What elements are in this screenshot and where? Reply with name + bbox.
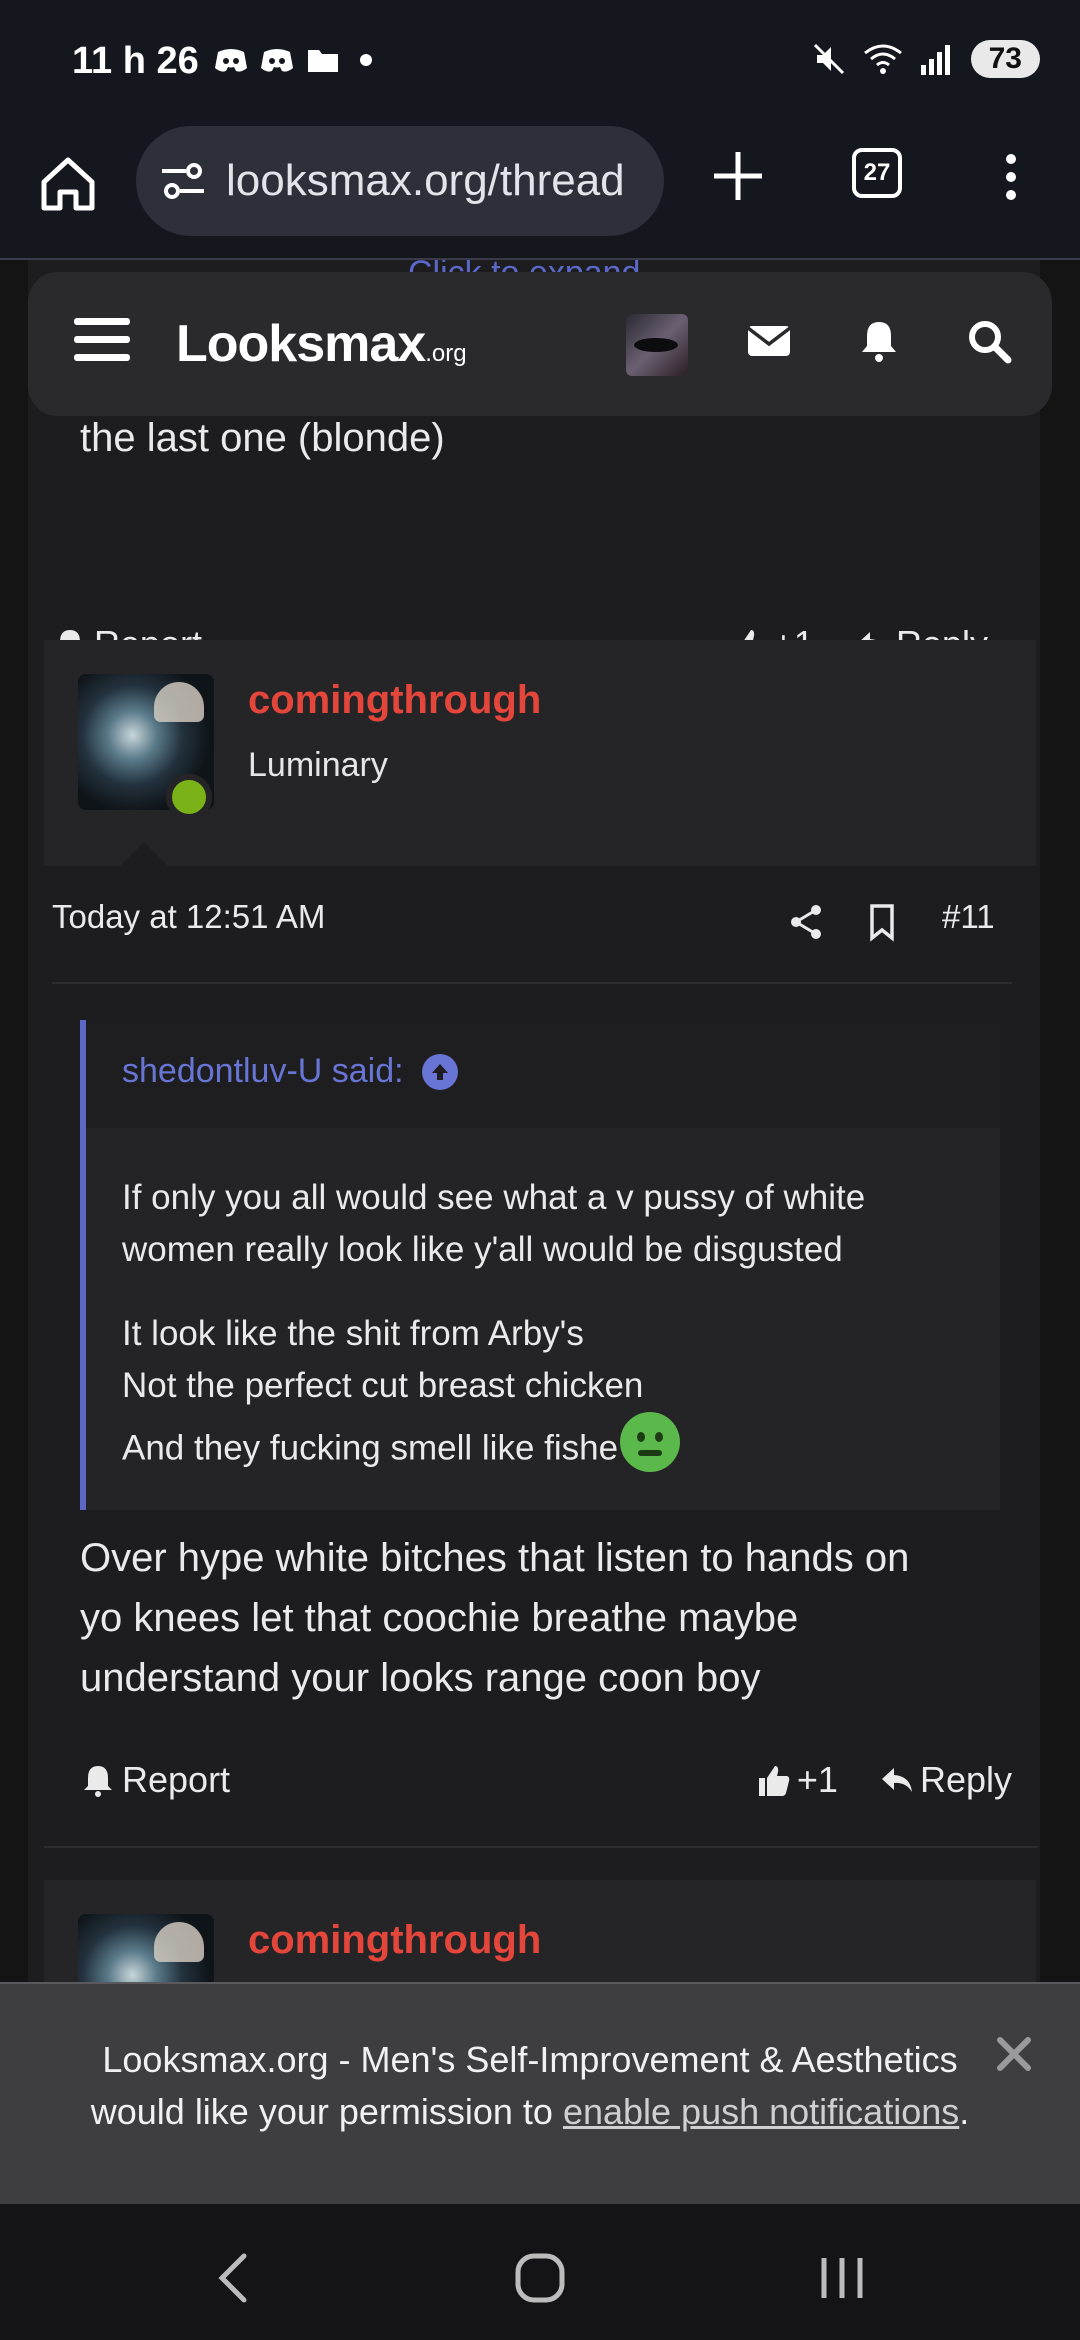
new-tab-icon[interactable] xyxy=(708,146,768,206)
search-icon[interactable] xyxy=(964,316,1014,366)
post-body-line: yo knees let that coochie breathe maybe xyxy=(80,1596,799,1640)
post-divider xyxy=(44,1846,1038,1848)
status-left-icons xyxy=(214,46,372,74)
report-label: Report xyxy=(122,1759,231,1800)
user-block-pointer xyxy=(120,842,168,866)
user-title: Luminary xyxy=(248,746,388,784)
meta-divider xyxy=(52,982,1012,984)
wifi-icon xyxy=(863,44,902,74)
discord-icon xyxy=(215,49,247,72)
browser-toolbar: looksmax.org/thread 27 xyxy=(0,126,1080,260)
system-nav-bar xyxy=(0,2204,1080,2340)
reaction-count: +1 xyxy=(796,1759,838,1800)
logo-text: Looksmax xyxy=(176,315,426,373)
username[interactable]: comingthrough xyxy=(248,678,541,723)
bell-icon xyxy=(84,1766,112,1797)
post-body: Over hype white bitches that listen to h… xyxy=(80,1528,909,1708)
quote-line: It look like the shit from Arby's xyxy=(122,1314,584,1353)
bookmark-icon[interactable] xyxy=(862,902,902,942)
quote-line: women really look like y'all would be di… xyxy=(122,1230,843,1269)
enable-push-notifications-link[interactable]: enable push notifications xyxy=(563,2091,959,2132)
post-actions: Report +1 Reply xyxy=(80,1750,1012,1810)
reply-icon xyxy=(881,1768,912,1792)
quote-line-text: And they fucking smell like fishe xyxy=(122,1428,619,1468)
share-icon[interactable] xyxy=(786,902,826,942)
post-user-block: comingthrough Luminary xyxy=(44,640,1036,866)
bell-icon[interactable] xyxy=(854,316,904,366)
post-body: the last one (blonde) xyxy=(80,416,445,460)
status-time: 11 h 26 xyxy=(72,40,199,82)
quote-header: shedontluv-U said: xyxy=(86,1020,1000,1128)
site-logo[interactable]: Looksmax.org xyxy=(176,314,467,374)
post-timestamp[interactable]: Today at 12:51 AM xyxy=(52,898,325,935)
user-avatar[interactable] xyxy=(626,314,688,376)
back-icon[interactable] xyxy=(206,2248,266,2308)
quote-author-link[interactable]: shedontluv-U said: xyxy=(122,1052,458,1091)
nauseated-face-emoji-icon xyxy=(620,1412,681,1472)
reply-button[interactable]: Reply xyxy=(878,1759,1012,1801)
tab-switcher-button[interactable]: 27 xyxy=(852,148,902,198)
address-bar[interactable]: looksmax.org/thread xyxy=(136,126,664,236)
status-right-icons: 73 xyxy=(811,40,1040,78)
quote-line-last: And they fucking smell like fishe xyxy=(122,1412,681,1480)
quote-block: shedontluv-U said: If only you all would… xyxy=(80,1020,1000,1510)
push-notification-banner: Looksmax.org - Men's Self-Improvement & … xyxy=(0,1982,1080,2204)
discord-icon xyxy=(261,49,293,72)
report-button[interactable]: Report xyxy=(80,1759,230,1801)
quote-author: shedontluv-U said: xyxy=(122,1052,404,1090)
post-meta: Today at 12:51 AM #11 xyxy=(52,898,1012,948)
reply-label: Reply xyxy=(919,1759,1012,1800)
quote-line: If only you all would see what a v pussy… xyxy=(122,1178,866,1217)
site-settings-icon[interactable] xyxy=(160,161,206,201)
logo-suffix: .org xyxy=(425,340,467,367)
post-body-line: Over hype white bitches that listen to h… xyxy=(80,1536,910,1580)
menu-icon[interactable] xyxy=(74,316,130,364)
signal-icon xyxy=(920,45,950,75)
url-text[interactable]: looksmax.org/thread xyxy=(226,156,625,206)
recent-apps-icon[interactable] xyxy=(812,2248,872,2308)
quote-line: Not the perfect cut breast chicken xyxy=(122,1366,644,1405)
notification-text-end: . xyxy=(959,2091,970,2132)
folder-icon xyxy=(308,50,338,72)
battery-indicator: 73 xyxy=(970,40,1040,78)
thumbs-up-icon xyxy=(758,1766,790,1796)
more-options-icon[interactable] xyxy=(996,152,1026,202)
dot-icon xyxy=(360,54,372,66)
like-button[interactable]: +1 xyxy=(755,1759,838,1801)
status-bar: 11 h 26 73 xyxy=(0,0,1080,126)
notification-message: Looksmax.org - Men's Self-Improvement & … xyxy=(60,2034,1000,2138)
site-header: Looksmax.org xyxy=(28,272,1052,416)
mute-icon xyxy=(813,43,844,75)
post-number[interactable]: #11 xyxy=(942,898,995,936)
post-body-line: understand your looks range coon boy xyxy=(80,1656,761,1700)
mail-icon[interactable] xyxy=(744,316,794,366)
home-button-icon[interactable] xyxy=(510,2248,570,2308)
jump-to-quote-icon[interactable] xyxy=(421,1053,458,1090)
username[interactable]: comingthrough xyxy=(248,1918,541,1963)
close-icon[interactable] xyxy=(994,2034,1034,2074)
home-icon[interactable] xyxy=(36,152,100,216)
online-status-indicator xyxy=(166,774,212,820)
